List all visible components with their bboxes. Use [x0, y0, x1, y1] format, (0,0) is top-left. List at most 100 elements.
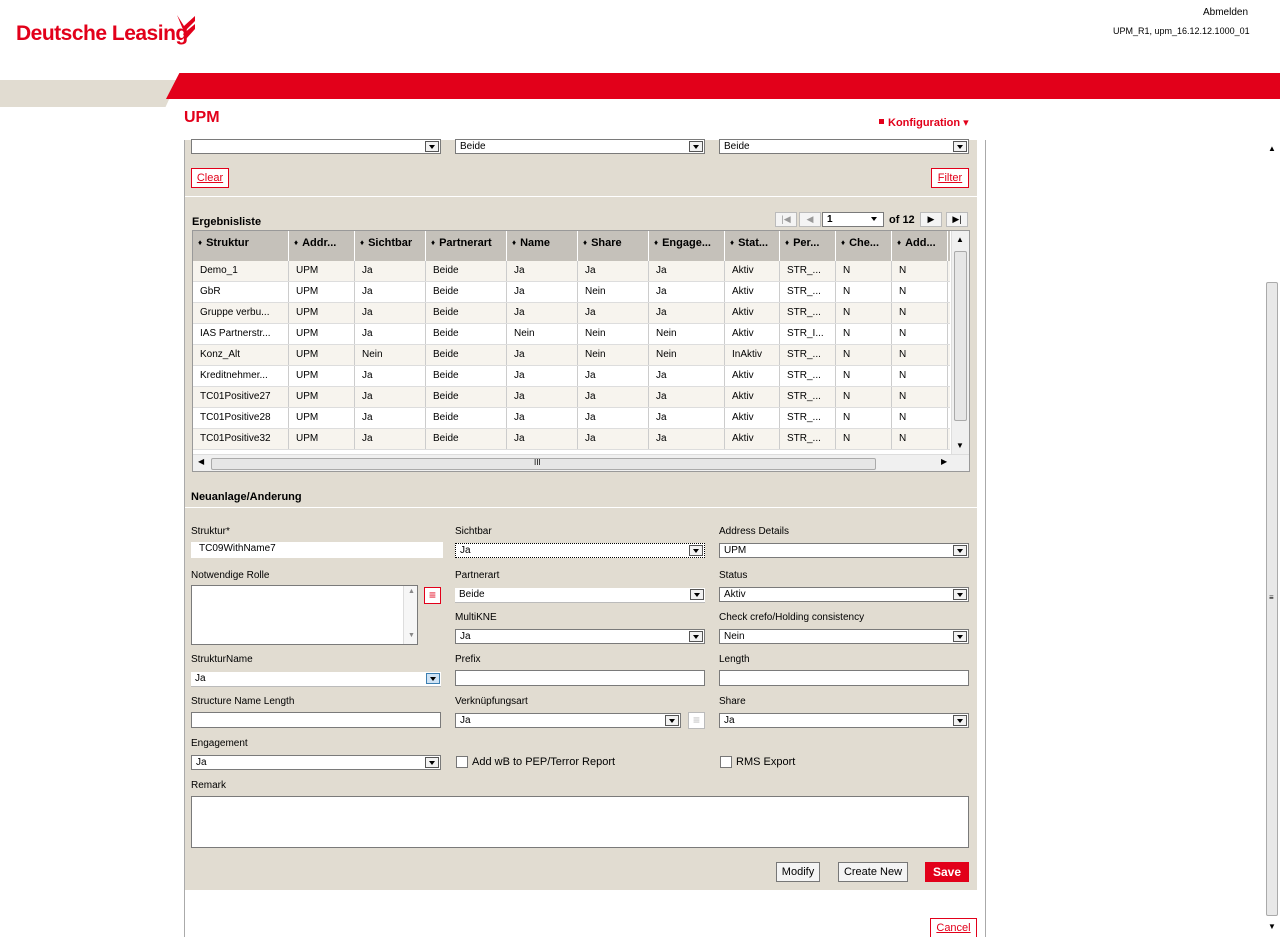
dropdown-arrow-icon[interactable] — [689, 631, 703, 642]
page-select[interactable]: 1 — [822, 212, 884, 227]
grid-horizontal-scrollbar[interactable]: ◀ III ▶ — [193, 454, 969, 471]
filter-select-2[interactable]: Beide — [455, 139, 705, 154]
scroll-up-icon[interactable]: ▲ — [956, 235, 964, 244]
column-header[interactable]: Stat... — [725, 231, 780, 261]
create-new-button[interactable]: Create New — [838, 862, 908, 882]
table-row[interactable]: TC01Positive27 UPM Ja Beide Ja Ja Ja Aktiv STR_.… — [193, 387, 950, 408]
rms-export-checkbox[interactable] — [720, 756, 732, 768]
dropdown-arrow-icon[interactable] — [426, 673, 440, 684]
table-cell: Kreditnehmer... — [193, 366, 289, 386]
column-header[interactable]: Addr... — [289, 231, 355, 261]
column-header[interactable]: Add... — [892, 231, 948, 261]
scroll-down-icon[interactable]: ▼ — [956, 441, 964, 450]
scroll-down-icon[interactable]: ▼ — [408, 632, 415, 639]
modify-button[interactable]: Modify — [776, 862, 820, 882]
column-header[interactable]: Name — [507, 231, 578, 261]
table-cell: STR_... — [780, 282, 836, 302]
dropdown-arrow-icon[interactable] — [953, 715, 967, 726]
table-row[interactable]: Demo_1 UPM Ja Beide Ja Ja Ja Aktiv STR_... N N — [193, 261, 950, 282]
table-cell: N — [892, 282, 948, 302]
dropdown-arrow-icon[interactable] — [953, 631, 967, 642]
dropdown-arrow-icon[interactable] — [953, 141, 967, 152]
dropdown-arrow-icon[interactable] — [690, 589, 704, 600]
dropdown-arrow-icon[interactable] — [689, 141, 703, 152]
strukturname-select[interactable]: Ja — [191, 672, 441, 687]
partnerart-label: Partnerart — [455, 570, 500, 581]
grid-horizontal-scroll-thumb[interactable]: III — [211, 458, 876, 470]
table-cell: Ja — [507, 345, 578, 365]
column-header[interactable]: Che... — [836, 231, 892, 261]
dropdown-arrow-icon[interactable] — [868, 214, 882, 225]
table-row[interactable]: IAS Partnerstr... UPM Ja Beide Nein Nein Nein A… — [193, 324, 950, 345]
table-cell: N — [836, 429, 892, 449]
column-header[interactable]: Partnerart — [426, 231, 507, 261]
verknuepfungsart-list-icon[interactable]: ≡ — [688, 712, 705, 729]
check-crefo-select[interactable]: Nein — [719, 629, 969, 644]
list-scrollbar[interactable]: ▲ ▼ — [403, 586, 417, 644]
table-row[interactable]: Konz_Alt UPM Nein Beide Ja Nein Nein InAktiv STR… — [193, 345, 950, 366]
filter-button[interactable]: Filter — [931, 168, 969, 188]
notwendige-rolle-list[interactable]: ▲ ▼ — [191, 585, 418, 645]
table-row[interactable]: GbR UPM Ja Beide Ja Nein Ja Aktiv STR_... N N — [193, 282, 950, 303]
dropdown-arrow-icon[interactable] — [665, 715, 679, 726]
next-page-icon[interactable]: ▶ — [920, 212, 942, 227]
add-wb-checkbox[interactable] — [456, 756, 468, 768]
role-list-icon[interactable]: ≡ — [424, 587, 441, 604]
scroll-right-icon[interactable]: ▶ — [941, 457, 947, 466]
engagement-select[interactable]: Ja — [191, 755, 441, 770]
dropdown-arrow-icon[interactable] — [425, 757, 439, 768]
column-header[interactable]: Share — [578, 231, 649, 261]
table-cell: Ja — [507, 261, 578, 281]
struktur-input[interactable]: TC09WithName7 — [191, 542, 443, 558]
partnerart-select[interactable]: Beide — [455, 588, 705, 603]
first-page-icon[interactable]: |◀ — [775, 212, 797, 227]
table-cell: N — [892, 261, 948, 281]
dropdown-arrow-icon[interactable] — [953, 545, 967, 556]
column-header[interactable]: Sichtbar — [355, 231, 426, 261]
table-row[interactable]: Gruppe verbu... UPM Ja Beide Ja Ja Ja Aktiv STR_… — [193, 303, 950, 324]
check-crefo-value: Nein — [724, 631, 745, 642]
column-header[interactable]: Engage... — [649, 231, 725, 261]
table-row[interactable]: Kreditnehmer... UPM Ja Beide Ja Ja Ja Aktiv STR_… — [193, 366, 950, 387]
multikne-select[interactable]: Ja — [455, 629, 705, 644]
scroll-up-icon[interactable]: ▲ — [408, 588, 415, 595]
last-page-icon[interactable]: ▶| — [946, 212, 968, 227]
length-input[interactable] — [719, 670, 969, 686]
table-row[interactable]: TC01Positive32 UPM Ja Beide Ja Ja Ja Aktiv STR_.… — [193, 429, 950, 450]
save-button[interactable]: Save — [925, 862, 969, 882]
scroll-down-icon[interactable]: ▼ — [1268, 922, 1276, 931]
table-cell: Ja — [649, 303, 725, 323]
filter-select-1[interactable] — [191, 139, 441, 154]
status-select[interactable]: Aktiv — [719, 587, 969, 602]
prev-page-icon[interactable]: ◀ — [799, 212, 821, 227]
table-cell: N — [836, 303, 892, 323]
grid-vertical-scrollbar[interactable]: ▲ ▼ — [951, 231, 969, 454]
filter-select-3[interactable]: Beide — [719, 139, 969, 154]
table-cell: Beide — [426, 387, 507, 407]
config-menu[interactable]: Konfiguration ▾ — [879, 116, 969, 129]
table-cell: STR_... — [780, 345, 836, 365]
cancel-button[interactable]: Cancel — [930, 918, 977, 937]
structure-name-length-input[interactable] — [191, 712, 441, 728]
clear-button[interactable]: Clear — [191, 168, 229, 188]
dropdown-arrow-icon[interactable] — [425, 141, 439, 152]
share-select[interactable]: Ja — [719, 713, 969, 728]
verknuepfungsart-select[interactable]: Ja — [455, 713, 681, 728]
prefix-input[interactable] — [455, 670, 705, 686]
sichtbar-select[interactable]: Ja — [455, 543, 705, 558]
logout-link[interactable]: Abmelden — [1203, 7, 1248, 18]
scroll-up-icon[interactable]: ▲ — [1268, 144, 1276, 153]
dropdown-arrow-icon[interactable] — [953, 589, 967, 600]
table-row[interactable]: TC01Positive28 UPM Ja Beide Ja Ja Ja Aktiv STR_.… — [193, 408, 950, 429]
page-scrollbar[interactable]: ▲ ≡ ▼ — [1264, 140, 1280, 937]
address-details-select[interactable]: UPM — [719, 543, 969, 558]
dropdown-arrow-icon[interactable] — [689, 545, 703, 556]
scroll-grip-icon: ≡ — [1269, 593, 1274, 602]
column-header[interactable]: Per... — [780, 231, 836, 261]
scroll-left-icon[interactable]: ◀ — [198, 457, 204, 466]
page-scroll-thumb[interactable]: ≡ — [1266, 282, 1278, 916]
column-header[interactable]: Struktur — [193, 231, 289, 261]
remark-textarea[interactable] — [191, 796, 969, 848]
grid-vertical-scroll-thumb[interactable] — [954, 251, 967, 421]
table-cell: Beide — [426, 429, 507, 449]
